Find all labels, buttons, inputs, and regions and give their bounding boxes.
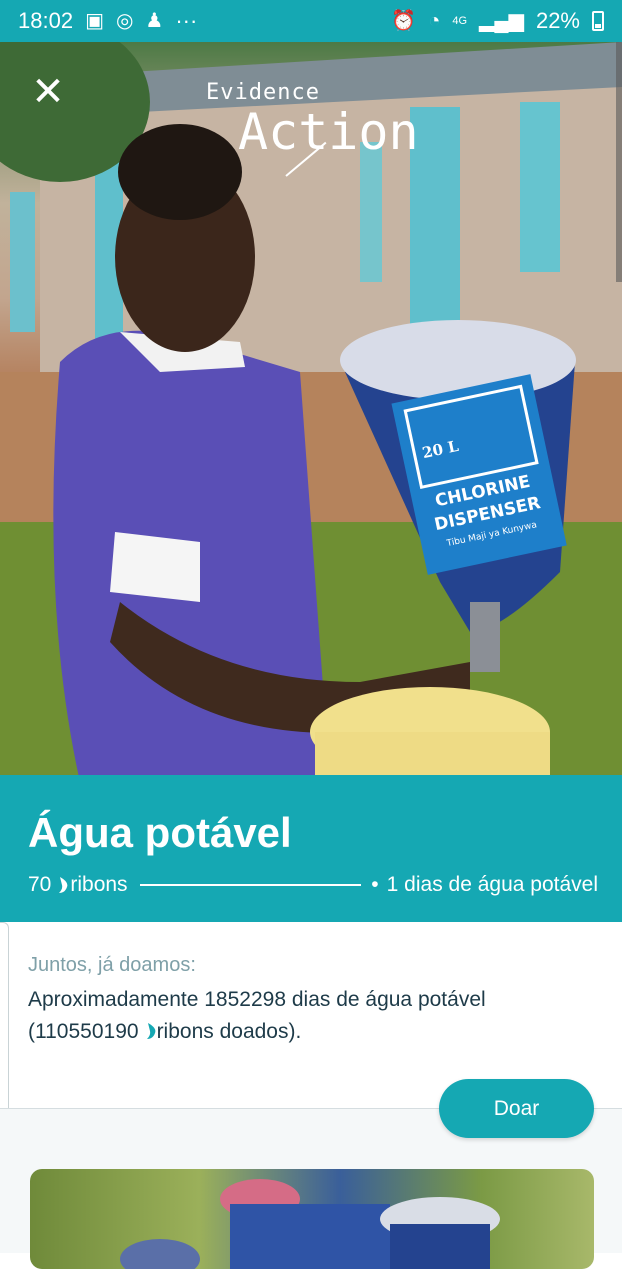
ribon-drop-icon xyxy=(59,877,68,893)
together-donated-open: (110550190 xyxy=(28,1020,139,1043)
evidence-action-logo: Evidence Action xyxy=(206,80,419,177)
project-header: Água potável 70 ribons • 1 dias de água … xyxy=(0,775,622,922)
gallery-icon: ▣ xyxy=(85,10,104,32)
window xyxy=(360,142,382,282)
ribons-amount: 70 xyxy=(28,873,52,896)
close-icon: ✕ xyxy=(31,69,65,115)
yellow-jerrycan xyxy=(315,732,550,775)
conversion-rate: 70 ribons • 1 dias de água potável xyxy=(28,873,598,897)
next-project-card[interactable] xyxy=(30,1169,594,1269)
logo-text-action: Action xyxy=(238,103,419,161)
whatsapp-icon: ◎ xyxy=(115,10,134,32)
dispenser-tap xyxy=(470,602,500,672)
scrollbar[interactable] xyxy=(616,42,622,282)
hero-image: 20 L CHLORINE DISPENSER Tibu Maji ya Kun… xyxy=(0,42,622,775)
dispenser-lid xyxy=(340,320,576,400)
notification-icon: ♟ xyxy=(145,10,164,32)
window xyxy=(520,102,560,272)
logo-text-evidence: Evidence xyxy=(206,80,320,105)
status-bar: 18:02 ▣ ◎ ♟ ··· ⏰ ◔ 4G ▂▄▆ 22% xyxy=(0,0,622,42)
signal-icon: ▂▄▆ xyxy=(479,10,524,32)
close-button[interactable]: ✕ xyxy=(26,72,70,116)
next-project-image xyxy=(120,1179,500,1269)
conversion-dot: • xyxy=(371,873,379,896)
status-left: 18:02 ▣ ◎ ♟ ··· xyxy=(18,8,197,34)
more-notifications: ··· xyxy=(175,8,198,33)
person-shirt xyxy=(230,1204,390,1269)
person-head xyxy=(120,1239,200,1269)
together-label: Juntos, já doamos: xyxy=(28,954,196,976)
status-right: ⏰ ◔ 4G ▂▄▆ 22% xyxy=(391,8,604,34)
network-label: 4G xyxy=(452,15,468,27)
together-line-1: Aproximadamente 1852298 dias de água pot… xyxy=(28,988,486,1011)
conversion-result: 1 dias de água potável xyxy=(386,873,598,896)
chlorine-dispenser xyxy=(390,1224,490,1269)
project-title: Água potável xyxy=(28,809,292,856)
conversion-line xyxy=(139,884,362,886)
battery-icon xyxy=(592,11,604,31)
status-time: 18:02 xyxy=(18,8,74,33)
together-donated-close: ribons doados). xyxy=(156,1020,302,1043)
wifi-icon: ◔ xyxy=(428,10,441,32)
donate-button[interactable]: Doar xyxy=(439,1079,594,1138)
alarm-icon: ⏰ xyxy=(391,10,417,32)
sleeve-band xyxy=(110,532,200,602)
together-text: Aproximadamente 1852298 dias de água pot… xyxy=(28,984,588,1048)
ribon-drop-icon xyxy=(146,1023,155,1039)
blue-pillar xyxy=(10,192,35,332)
ribons-unit: ribons xyxy=(70,873,128,896)
battery-percent: 22% xyxy=(535,8,580,33)
